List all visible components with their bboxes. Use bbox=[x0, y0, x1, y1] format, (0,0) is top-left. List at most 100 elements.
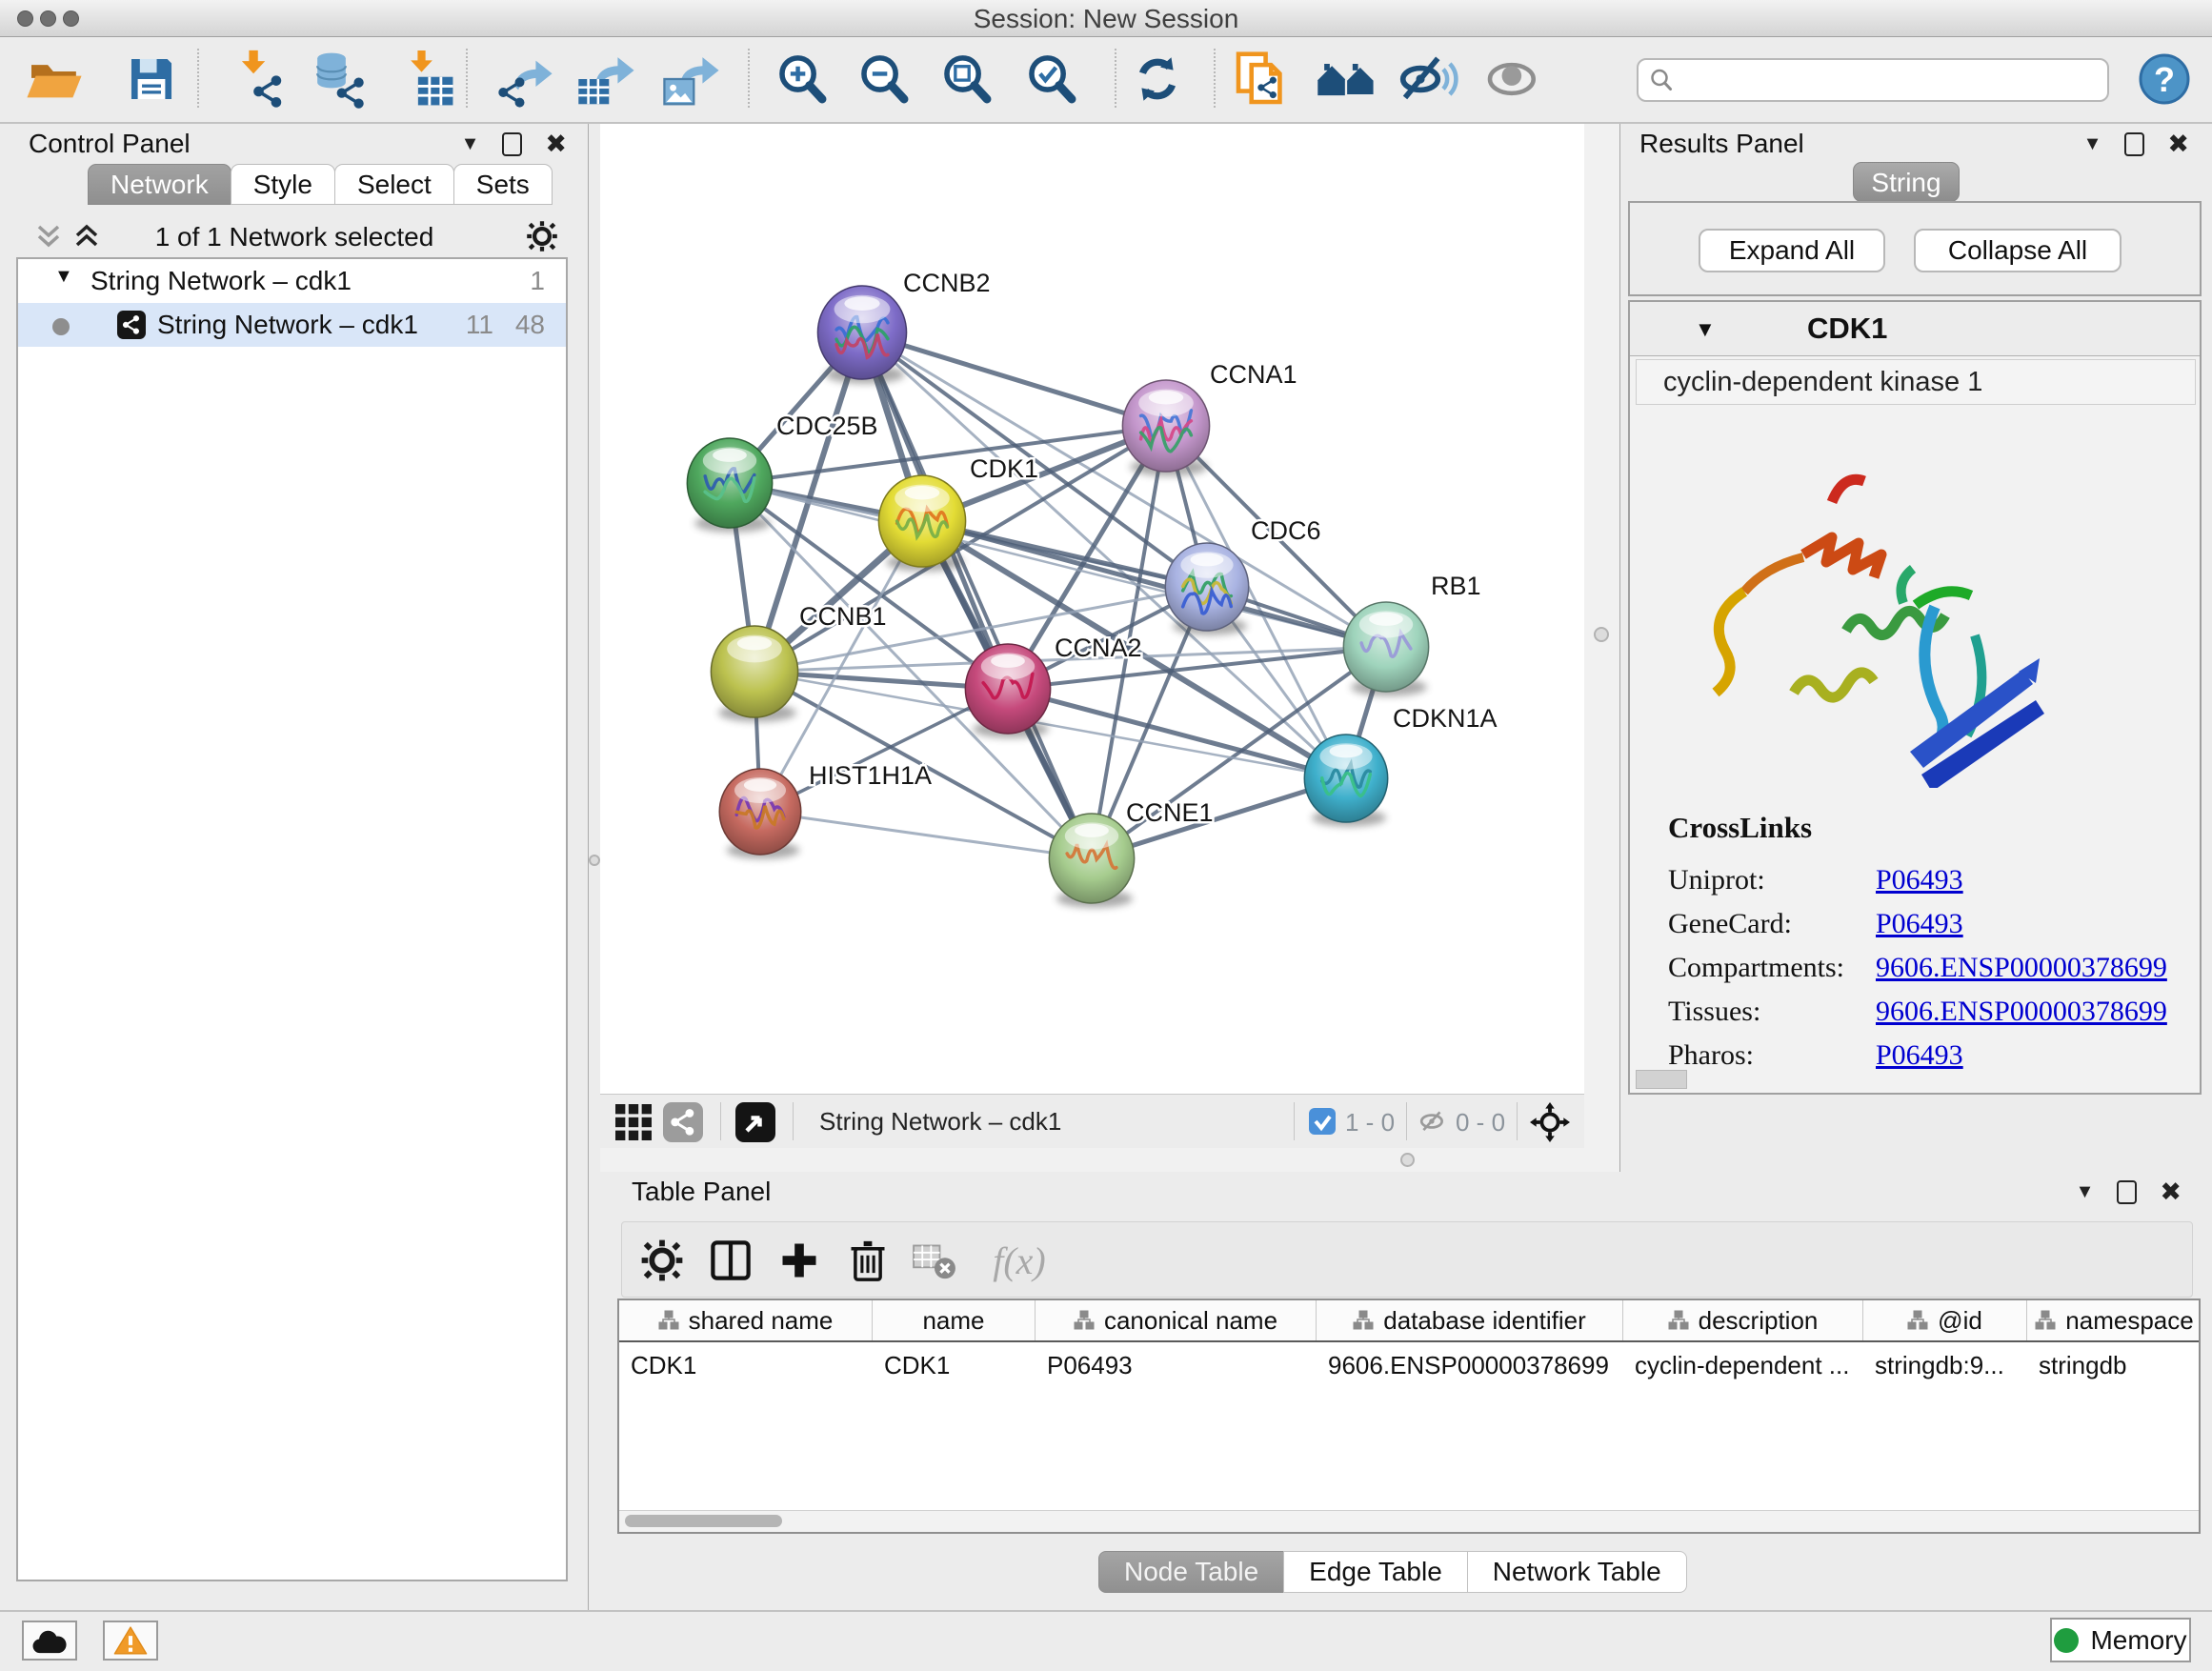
column-label: description bbox=[1699, 1306, 1819, 1336]
cell[interactable]: 9606.ENSP00000378699 bbox=[1317, 1344, 1623, 1386]
tab-style[interactable]: Style bbox=[231, 164, 335, 205]
cytoscape-window: Session: New Session bbox=[0, 0, 2212, 1671]
tab-network-table[interactable]: Network Table bbox=[1467, 1551, 1687, 1593]
cloud-status-button[interactable] bbox=[22, 1621, 77, 1661]
cell[interactable]: P06493 bbox=[1036, 1344, 1317, 1386]
network-view-share-icon[interactable] bbox=[663, 1102, 703, 1142]
export-table-button[interactable] bbox=[571, 43, 643, 115]
close-panel-icon[interactable]: ✖ bbox=[2167, 131, 2189, 157]
cell[interactable]: CDK1 bbox=[619, 1344, 873, 1386]
warnings-button[interactable] bbox=[103, 1621, 158, 1661]
cell[interactable]: CDK1 bbox=[873, 1344, 1036, 1386]
results-scrollbar-thumb[interactable] bbox=[1636, 1070, 1687, 1089]
vertical-splitter[interactable] bbox=[589, 124, 600, 1610]
delete-column-button[interactable] bbox=[841, 1234, 895, 1287]
svg-text:?: ? bbox=[2154, 60, 2175, 99]
network-edge[interactable] bbox=[760, 812, 1092, 858]
import-network-database-button[interactable] bbox=[303, 43, 375, 115]
hidden-eye-slash-icon bbox=[1418, 1107, 1448, 1136]
gene-section-header[interactable]: ▼ CDK1 bbox=[1630, 302, 2200, 356]
tree-expander-icon[interactable]: ▼ bbox=[54, 266, 73, 288]
table-row[interactable]: CDK1CDK1P064939606.ENSP00000378699cyclin… bbox=[619, 1344, 2199, 1386]
string-network-graph[interactable]: CCNB2CCNA1CDC25BCDK1CDC6RB1CCNB1CCNA2CDK… bbox=[600, 124, 1584, 1094]
crosslink-link[interactable]: 9606.ENSP00000378699 bbox=[1876, 952, 2167, 984]
collapse-all-button[interactable]: Collapse All bbox=[1914, 229, 2122, 272]
import-network-file-button[interactable] bbox=[224, 43, 296, 115]
float-panel-icon[interactable]: ▼ bbox=[461, 133, 480, 155]
crosslink-link[interactable]: P06493 bbox=[1876, 908, 1963, 940]
crosslink-row: Tissues:9606.ENSP00000378699 bbox=[1668, 990, 2182, 1034]
zoom-out-button[interactable] bbox=[848, 43, 920, 115]
tab-select[interactable]: Select bbox=[334, 164, 454, 205]
first-neighbors-button[interactable] bbox=[1310, 43, 1382, 115]
table-settings-button[interactable] bbox=[635, 1234, 689, 1287]
save-session-button[interactable] bbox=[115, 43, 188, 115]
splitter-handle[interactable] bbox=[1400, 1153, 1415, 1167]
search-input[interactable] bbox=[1684, 65, 2098, 96]
table-horizontal-scrollbar[interactable] bbox=[619, 1510, 2199, 1532]
network-edge[interactable] bbox=[1008, 689, 1346, 778]
zoom-selected-button[interactable] bbox=[1016, 43, 1088, 115]
help-button[interactable]: ? bbox=[2136, 50, 2193, 108]
separator bbox=[1406, 1102, 1407, 1140]
splitter-handle[interactable] bbox=[1594, 627, 1609, 642]
tab-edge-table[interactable]: Edge Table bbox=[1283, 1551, 1468, 1593]
column-header-name[interactable]: name bbox=[873, 1300, 1036, 1340]
section-expander-icon[interactable]: ▼ bbox=[1695, 317, 1716, 342]
float-panel-icon[interactable]: ▼ bbox=[2083, 133, 2102, 155]
selected-checkbox-icon[interactable] bbox=[1309, 1108, 1336, 1135]
birds-eye-view-icon[interactable] bbox=[1530, 1102, 1570, 1142]
table-panel-title: Table Panel bbox=[632, 1177, 771, 1207]
network-canvas[interactable]: CCNB2CCNA1CDC25BCDK1CDC6RB1CCNB1CCNA2CDK… bbox=[600, 124, 1584, 1094]
create-column-button[interactable] bbox=[773, 1234, 826, 1287]
memory-button[interactable]: Memory bbox=[2050, 1618, 2191, 1662]
hide-selected-button[interactable] bbox=[1392, 43, 1464, 115]
import-table-file-button[interactable] bbox=[391, 43, 463, 115]
crosslink-link[interactable]: P06493 bbox=[1876, 864, 1963, 896]
network-row-selected[interactable]: String Network – cdk1 11 48 bbox=[18, 303, 566, 347]
tab-sets[interactable]: Sets bbox=[453, 164, 553, 205]
cell[interactable]: stringdb:9... bbox=[1863, 1344, 2027, 1386]
tab-network[interactable]: Network bbox=[88, 164, 231, 205]
cell[interactable]: cyclin-dependent ... bbox=[1623, 1344, 1863, 1386]
column-header--id[interactable]: @id bbox=[1863, 1300, 2027, 1340]
column-header-canonical-name[interactable]: canonical name bbox=[1036, 1300, 1317, 1340]
show-columns-button[interactable] bbox=[704, 1234, 757, 1287]
maximize-panel-icon[interactable] bbox=[2124, 132, 2144, 156]
column-header-namespace[interactable]: namespace bbox=[2027, 1300, 2201, 1340]
scrollbar-thumb[interactable] bbox=[625, 1515, 782, 1527]
network-edge[interactable] bbox=[862, 332, 1166, 426]
close-panel-icon[interactable]: ✖ bbox=[2160, 1179, 2182, 1205]
crosslink-link[interactable]: 9606.ENSP00000378699 bbox=[1876, 996, 2167, 1028]
close-panel-icon[interactable]: ✖ bbox=[545, 131, 567, 157]
export-network-button[interactable] bbox=[489, 43, 561, 115]
clone-network-button[interactable] bbox=[1225, 43, 1297, 115]
apply-layout-button[interactable] bbox=[1121, 43, 1194, 115]
maximize-panel-icon[interactable] bbox=[2117, 1180, 2137, 1204]
column-header-database-identifier[interactable]: database identifier bbox=[1317, 1300, 1623, 1340]
crosslink-link[interactable]: P06493 bbox=[1876, 1039, 1963, 1072]
column-header-shared-name[interactable]: shared name bbox=[619, 1300, 873, 1340]
gear-icon[interactable] bbox=[526, 220, 558, 252]
open-in-window-icon[interactable] bbox=[735, 1102, 775, 1142]
grid-view-icon[interactable] bbox=[615, 1104, 652, 1140]
column-header-description[interactable]: description bbox=[1623, 1300, 1863, 1340]
function-builder-button[interactable]: f(x) bbox=[976, 1234, 1062, 1287]
zoom-fit-button[interactable] bbox=[931, 43, 1003, 115]
network-collection-row[interactable]: ▼ String Network – cdk1 1 bbox=[18, 259, 566, 303]
zoom-in-button[interactable] bbox=[766, 43, 838, 115]
tab-string[interactable]: String bbox=[1853, 162, 1960, 202]
expand-all-button[interactable]: Expand All bbox=[1699, 229, 1885, 272]
float-panel-icon[interactable]: ▼ bbox=[2076, 1181, 2095, 1203]
open-session-button[interactable] bbox=[18, 43, 90, 115]
cell[interactable]: stringdb bbox=[2027, 1344, 2201, 1386]
export-image-button[interactable] bbox=[655, 43, 728, 115]
delete-table-button[interactable] bbox=[908, 1234, 961, 1287]
horizontal-splitter[interactable] bbox=[600, 1148, 1584, 1172]
maximize-panel-icon[interactable] bbox=[502, 132, 522, 156]
tab-node-table[interactable]: Node Table bbox=[1098, 1551, 1284, 1593]
vertical-splitter[interactable] bbox=[1584, 124, 1619, 1172]
show-all-button[interactable] bbox=[1477, 43, 1549, 115]
splitter-handle[interactable] bbox=[589, 855, 600, 866]
node-label-CCNB2: CCNB2 bbox=[903, 269, 991, 297]
